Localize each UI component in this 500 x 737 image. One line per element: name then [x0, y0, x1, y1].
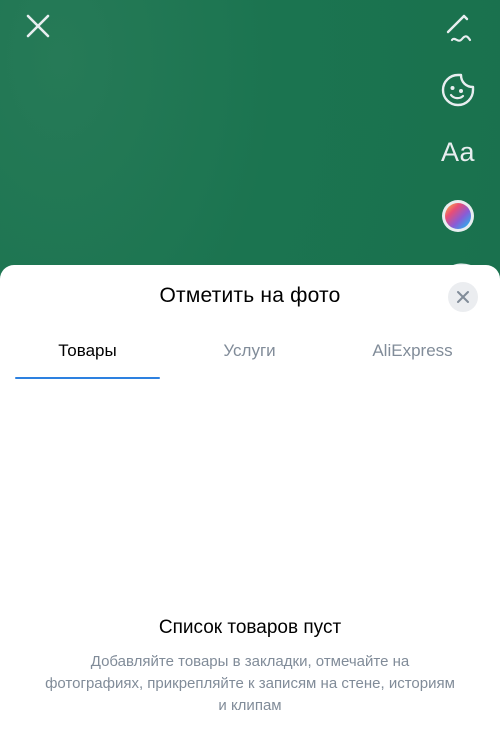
close-icon — [457, 291, 469, 303]
sheet-title: Отметить на фото — [159, 284, 341, 307]
sticker-tool-button[interactable] — [438, 70, 478, 110]
tab-services-label: Услуги — [223, 341, 276, 360]
sheet-close-button[interactable] — [448, 282, 478, 312]
color-picker-button[interactable] — [438, 196, 478, 236]
tab-aliexpress[interactable]: AliExpress — [340, 341, 485, 377]
tag-photo-sheet: Отметить на фото Товары Услуги AliExpres… — [0, 265, 500, 737]
active-tab-indicator — [15, 377, 160, 379]
tab-aliexpress-label: AliExpress — [372, 341, 453, 360]
text-tool-button[interactable]: Aa — [438, 132, 478, 172]
tab-goods[interactable]: Товары — [15, 341, 160, 379]
text-tool-label: Aa — [440, 136, 476, 167]
draw-tool-button[interactable] — [438, 8, 478, 48]
close-editor-button[interactable] — [22, 10, 54, 42]
tab-goods-label: Товары — [58, 341, 117, 360]
sticker-icon — [441, 73, 475, 107]
close-icon — [26, 14, 50, 38]
tab-bar: Товары Услуги AliExpress — [0, 341, 500, 379]
tab-services[interactable]: Услуги — [177, 341, 322, 377]
color-picker-icon — [442, 200, 474, 232]
empty-state-description: Добавляйте товары в закладки, отмечайте … — [45, 653, 455, 714]
draw-icon — [446, 14, 472, 42]
empty-state-title: Список товаров пуст — [158, 617, 342, 638]
